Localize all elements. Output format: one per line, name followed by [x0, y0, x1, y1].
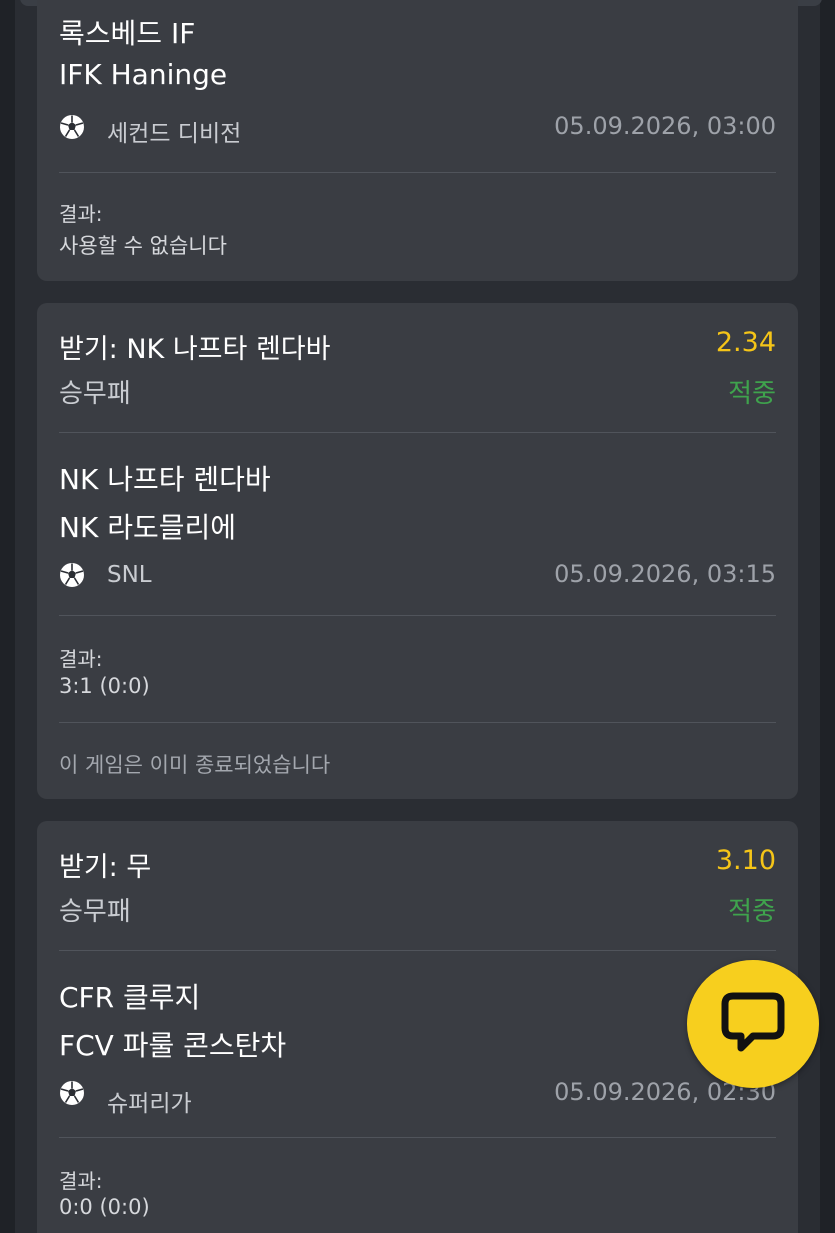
bet-selection: 받기: NK 나프타 렌다바	[59, 334, 331, 365]
league-row: SNL 05.09.2026, 03:15	[59, 560, 776, 592]
divider	[59, 172, 776, 173]
league-name: 세컨드 디비전	[107, 121, 242, 147]
bet-status-badge: 적중	[728, 897, 776, 927]
team-home: 록스베드 IF	[59, 17, 196, 50]
result-value: 0:0 (0:0)	[59, 1195, 150, 1219]
league-row: 슈퍼리가 05.09.2026, 02:30	[59, 1078, 776, 1117]
team-home: NK 나프타 렌다바	[59, 463, 271, 496]
bet-odds: 3.10	[715, 845, 776, 876]
chat-bubble-icon	[721, 992, 785, 1052]
team-away: IFK Haninge	[59, 58, 228, 91]
bet-market: 승무패	[59, 897, 131, 927]
result-value: 사용할 수 없습니다	[59, 234, 227, 258]
bet-market: 승무패	[59, 379, 131, 409]
divider	[59, 950, 776, 951]
result-label: 결과:	[59, 647, 103, 671]
bet-history-page: 록스베드 IF IFK Haninge 세컨드 디비전 05.09.2026, …	[0, 0, 835, 1233]
result-value: 3:1 (0:0)	[59, 674, 150, 698]
game-ended-notice: 이 게임은 이미 종료되었습니다	[59, 753, 331, 777]
team-away: FCV 파룰 콘스탄차	[59, 1029, 287, 1062]
soccer-ball-icon	[60, 1081, 84, 1105]
chat-button[interactable]	[687, 960, 819, 1088]
result-label: 결과:	[59, 202, 103, 226]
team-home: CFR 클루지	[59, 981, 201, 1014]
bet-selection: 받기: 무	[59, 852, 152, 883]
bet-odds: 2.34	[715, 327, 776, 358]
divider	[59, 432, 776, 433]
soccer-ball-icon	[60, 563, 84, 587]
soccer-ball-icon	[60, 115, 84, 139]
league-name: 슈퍼리가	[107, 1091, 192, 1117]
league-name: SNL	[107, 562, 152, 588]
bet-card[interactable]: 록스베드 IF IFK Haninge 세컨드 디비전 05.09.2026, …	[37, 0, 798, 281]
result-label: 결과:	[59, 1169, 103, 1193]
bet-status-badge: 적중	[728, 379, 776, 409]
bet-card[interactable]: 받기: 무 3.10 승무패 적중 CFR 클루지 FCV 파룰 콘스탄차 슈퍼…	[37, 821, 798, 1233]
divider	[59, 1137, 776, 1138]
bet-card[interactable]: 받기: NK 나프타 렌다바 2.34 승무패 적중 NK 나프타 렌다바 NK…	[37, 303, 798, 799]
league-row: 세컨드 디비전 05.09.2026, 03:00	[59, 112, 776, 147]
divider	[59, 722, 776, 723]
team-away: NK 라도믈리에	[59, 511, 237, 544]
match-date: 05.09.2026, 03:15	[554, 560, 776, 588]
divider	[59, 615, 776, 616]
match-date: 05.09.2026, 03:00	[554, 112, 776, 140]
